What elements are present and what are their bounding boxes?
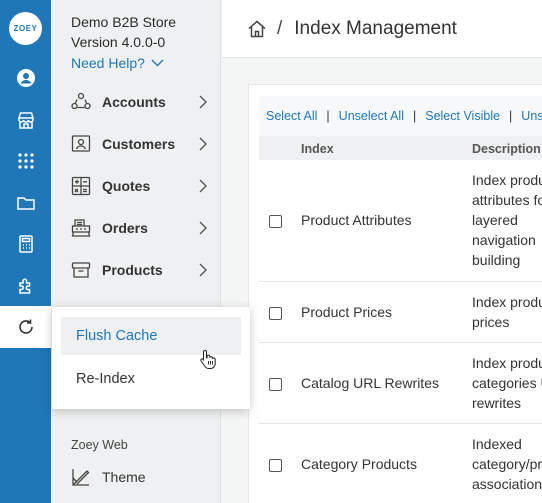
need-help-link[interactable]: Need Help? <box>71 55 164 71</box>
table-row[interactable]: Product Attributes Index produ attribute… <box>259 160 542 282</box>
table-row[interactable]: Category Products Indexed category/pro a… <box>259 424 542 503</box>
need-help-label: Need Help? <box>71 55 145 71</box>
index-description: Indexed category/pro association <box>472 436 542 492</box>
folder-icon[interactable] <box>0 189 51 217</box>
index-description: Index produ categories U rewrites <box>472 355 542 411</box>
sidebar-item-quotes[interactable]: Quotes <box>70 171 208 201</box>
table-row[interactable]: Catalog URL Rewrites Index produ categor… <box>259 343 542 424</box>
page-header: / Index Management <box>222 0 542 58</box>
column-header-index[interactable]: Index <box>301 142 334 156</box>
user-icon[interactable] <box>0 64 51 92</box>
puzzle-icon[interactable] <box>0 272 51 300</box>
section-label-zoey-web: Zoey Web <box>71 438 128 452</box>
index-name: Product Attributes <box>301 212 412 228</box>
hand-pointer-cursor-icon <box>200 349 216 369</box>
quotes-icon <box>70 175 92 197</box>
zoey-logo[interactable]: ZOEY <box>9 12 42 45</box>
chevron-right-icon <box>199 137 207 151</box>
unselect-visible-link[interactable]: Unse <box>521 109 542 123</box>
chevron-right-icon <box>199 179 207 193</box>
sidebar-item-label: Products <box>102 262 163 278</box>
index-name: Category Products <box>301 456 417 472</box>
toolbar-divider: | <box>326 109 330 123</box>
mass-action-toolbar: Select All | Unselect All | Select Visib… <box>259 96 542 136</box>
store-name: Demo B2B Store <box>71 14 177 30</box>
row-checkbox[interactable] <box>269 378 282 391</box>
breadcrumb-separator: / <box>277 17 283 39</box>
products-icon <box>70 259 92 281</box>
chevron-right-icon <box>199 95 207 109</box>
icon-rail: ZOEY <box>0 0 52 503</box>
refresh-icon[interactable] <box>0 306 52 348</box>
home-icon[interactable] <box>247 19 267 39</box>
sidebar-item-customers[interactable]: Customers <box>70 129 208 159</box>
cache-flyout-menu: Flush Cache Re-Index <box>52 307 250 409</box>
sidebar: Demo B2B Store Version 4.0.0-0 Need Help… <box>51 0 221 503</box>
accounts-icon <box>70 91 92 113</box>
theme-icon <box>70 466 92 488</box>
select-visible-link[interactable]: Select Visible <box>425 109 500 123</box>
toolbar-divider: | <box>509 109 513 123</box>
chevron-down-icon <box>151 59 164 67</box>
index-name: Product Prices <box>301 304 393 320</box>
logo-text: ZOEY <box>13 24 38 33</box>
row-checkbox[interactable] <box>269 307 282 320</box>
sidebar-item-theme[interactable]: Theme <box>70 462 208 492</box>
sidebar-item-label: Customers <box>102 136 176 152</box>
sidebar-item-orders[interactable]: Orders <box>70 213 208 243</box>
sidebar-item-label: Quotes <box>102 178 151 194</box>
unselect-all-link[interactable]: Unselect All <box>339 109 404 123</box>
orders-icon <box>70 217 92 239</box>
row-checkbox[interactable] <box>269 215 282 228</box>
column-header-description[interactable]: Description <box>472 142 541 156</box>
index-grid-panel: Select All | Unselect All | Select Visib… <box>248 84 542 503</box>
index-description: Index produ attributes fo layered naviga… <box>472 172 542 268</box>
sidebar-item-label: Orders <box>102 220 148 236</box>
apps-grid-icon[interactable] <box>0 147 51 175</box>
calculator-icon[interactable] <box>0 230 51 258</box>
table-header: Index Description <box>259 136 542 160</box>
index-description: Index produ prices <box>472 294 542 330</box>
chevron-right-icon <box>199 263 207 277</box>
row-checkbox[interactable] <box>269 459 282 472</box>
page-title: Index Management <box>294 17 457 39</box>
table-row[interactable]: Product Prices Index produ prices <box>259 282 542 343</box>
store-version: Version 4.0.0-0 <box>71 34 166 50</box>
select-all-link[interactable]: Select All <box>266 109 317 123</box>
customers-icon <box>70 133 92 155</box>
index-name: Catalog URL Rewrites <box>301 375 439 391</box>
toolbar-divider: | <box>412 109 417 123</box>
sidebar-item-label: Theme <box>102 469 146 485</box>
storefront-icon[interactable] <box>0 106 51 134</box>
sidebar-item-accounts[interactable]: Accounts <box>70 87 208 117</box>
sidebar-item-label: Accounts <box>102 94 166 110</box>
chevron-right-icon <box>199 221 207 235</box>
sidebar-item-products[interactable]: Products <box>70 255 208 285</box>
